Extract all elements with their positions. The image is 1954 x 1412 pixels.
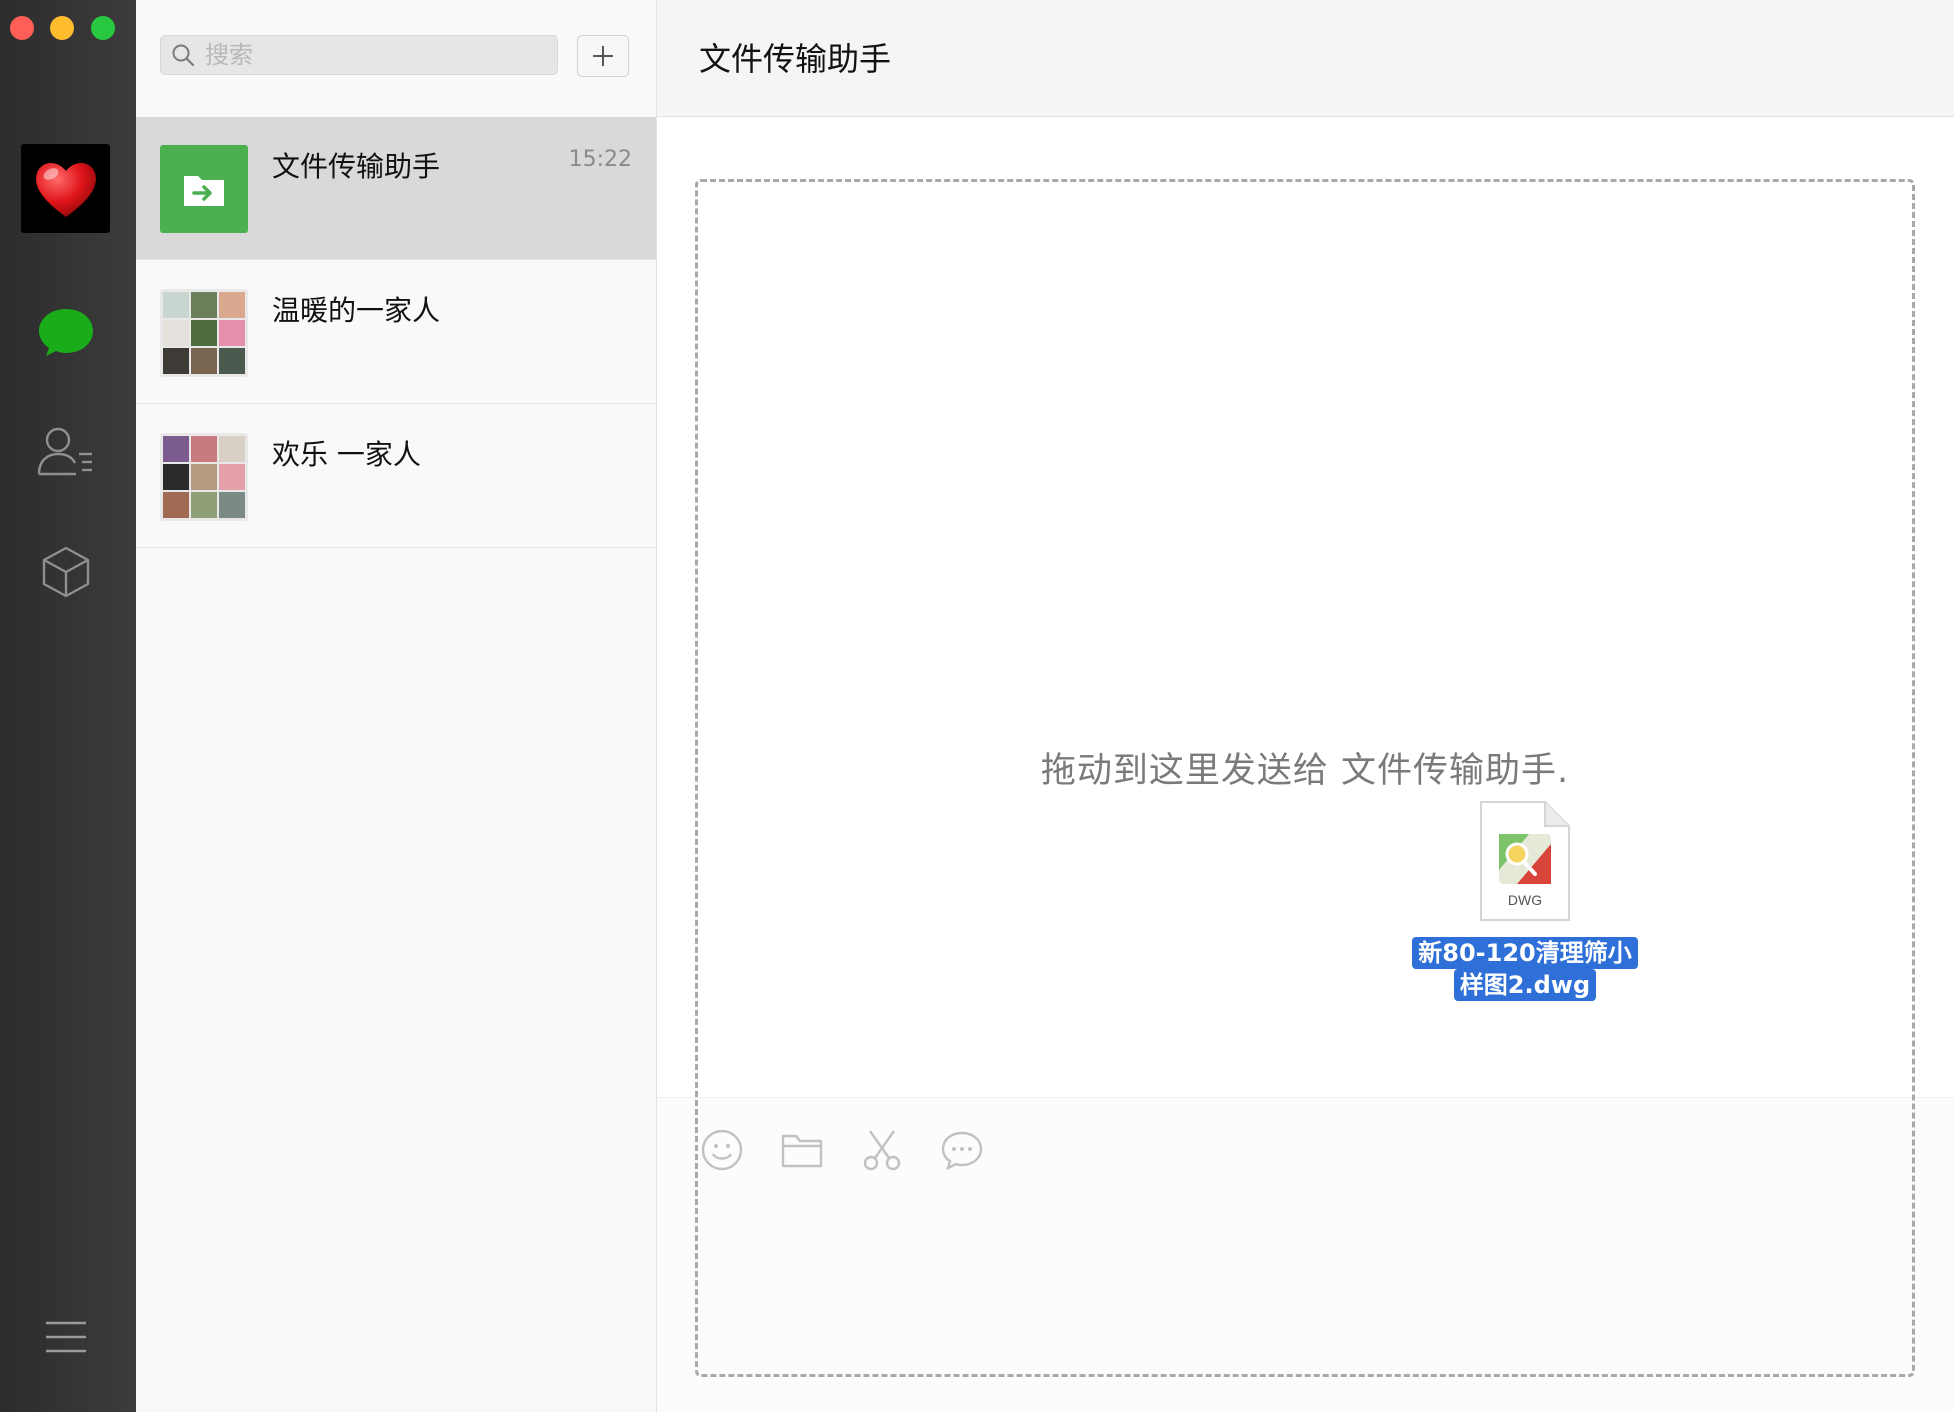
chat-body: 拖动到这里发送给 文件传输助手. — [657, 117, 1954, 1412]
dragged-file[interactable]: DWG 新80-120清理筛小 样图2.dwg — [1405, 800, 1645, 1010]
rail-item-chat[interactable] — [34, 300, 98, 364]
conversation-name: 文件传输助手 — [272, 150, 441, 183]
heart-icon — [35, 162, 96, 217]
add-button[interactable] — [577, 35, 629, 77]
file-extension-label: DWG — [1507, 892, 1543, 908]
search-icon — [172, 44, 195, 67]
chat-header: 文件传输助手 — [657, 0, 1954, 117]
search-box[interactable] — [160, 35, 558, 75]
minimize-window-button[interactable] — [50, 16, 74, 40]
conversation-name: 欢乐 一家人 — [272, 438, 421, 471]
conversation-name: 温暖的一家人 — [272, 294, 441, 327]
file-transfer-avatar — [160, 145, 248, 233]
user-avatar[interactable] — [21, 144, 110, 233]
group-avatar — [160, 433, 248, 521]
conversation-time: 15:22 — [568, 147, 632, 172]
close-window-button[interactable] — [10, 16, 34, 40]
file-name-line-2: 样图2.dwg — [1453, 969, 1597, 1001]
search-input[interactable] — [205, 36, 545, 74]
file-drop-zone[interactable]: 拖动到这里发送给 文件传输助手. — [695, 179, 1915, 1377]
chat-title: 文件传输助手 — [699, 40, 892, 78]
zoom-window-button[interactable] — [91, 16, 115, 40]
conversation-item-family-happy[interactable]: 欢乐 一家人 — [136, 405, 656, 548]
list-header — [136, 0, 656, 117]
wechat-window: 文件传输助手 15:22 温暖的一家人 — [0, 0, 1954, 1412]
contacts-icon — [37, 427, 92, 476]
chat-bubble-icon — [39, 309, 93, 356]
conversation-item-file-transfer[interactable]: 文件传输助手 15:22 — [136, 117, 656, 260]
navigation-rail — [0, 0, 136, 1412]
file-transfer-icon — [184, 176, 224, 206]
rail-item-menu[interactable] — [34, 1305, 98, 1369]
rail-item-mini-programs[interactable] — [34, 540, 98, 604]
conversation-item-family-warm[interactable]: 温暖的一家人 — [136, 261, 656, 404]
group-avatar — [160, 289, 248, 377]
dragged-file-name: 新80-120清理筛小 样图2.dwg — [1405, 937, 1645, 1001]
file-name-line-1: 新80-120清理筛小 — [1412, 937, 1638, 969]
hamburger-menu-icon — [46, 1321, 86, 1353]
rail-item-contacts[interactable] — [34, 420, 98, 484]
drop-hint: 拖动到这里发送给 文件传输助手. — [1040, 751, 1570, 791]
conversation-list-pane: 文件传输助手 15:22 温暖的一家人 — [136, 0, 657, 1412]
plus-icon — [593, 46, 613, 66]
cube-icon — [42, 546, 90, 598]
